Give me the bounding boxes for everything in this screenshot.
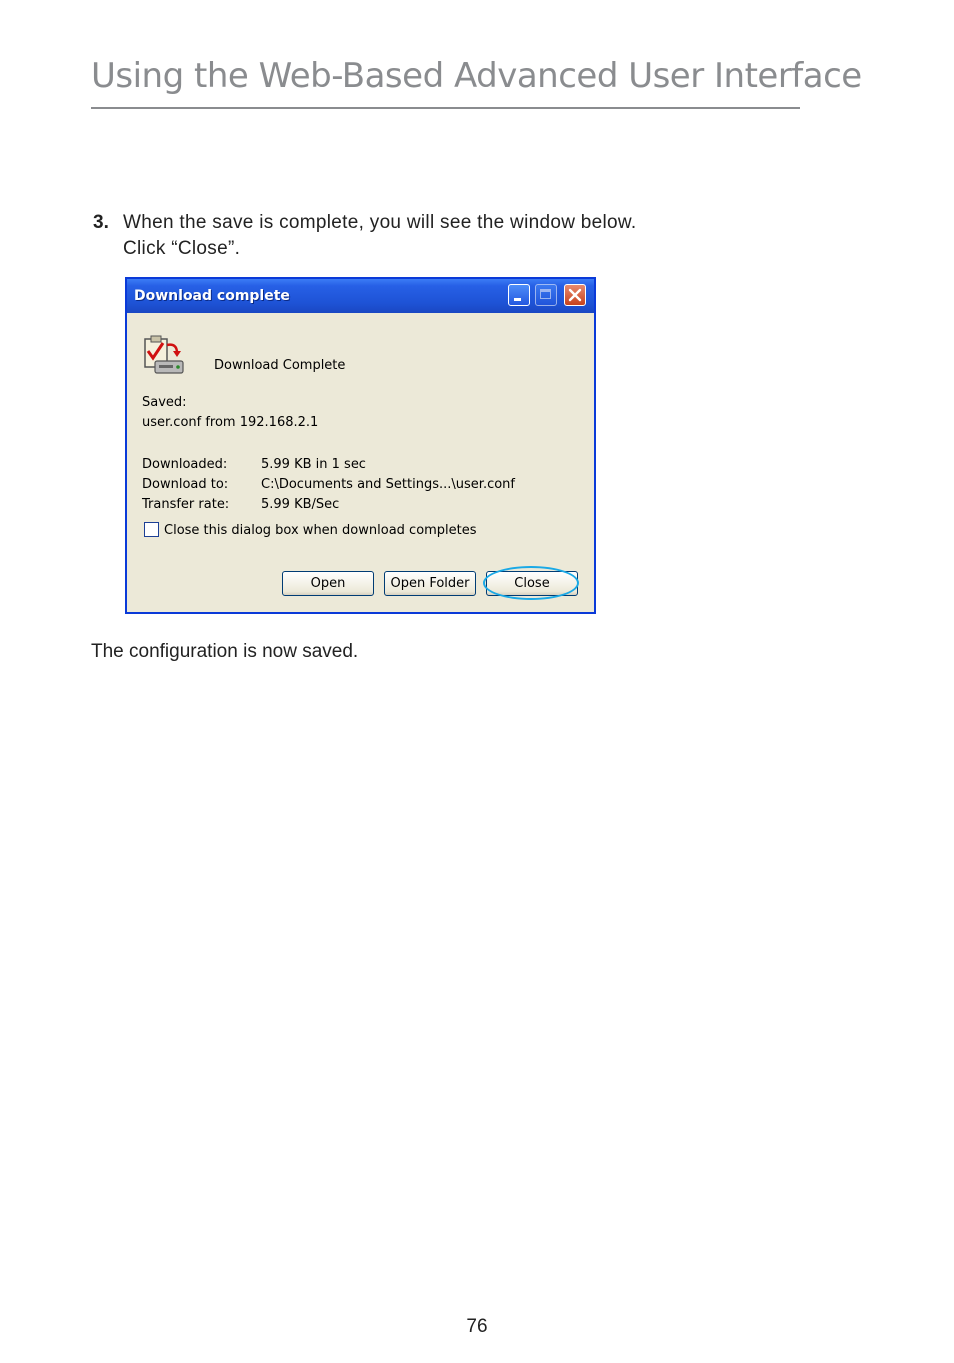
- page-header-title: Using the Web-Based Advanced User Interf…: [91, 56, 862, 96]
- close-icon: [568, 288, 582, 302]
- downloaded-value: 5.99 KB in 1 sec: [261, 457, 366, 472]
- transfer-rate-label: Transfer rate:: [142, 497, 230, 512]
- open-button[interactable]: Open: [282, 571, 374, 596]
- saved-value: user.conf from 192.168.2.1: [142, 415, 319, 430]
- close-window-button[interactable]: [564, 284, 586, 306]
- dialog-titlebar[interactable]: Download complete: [127, 279, 594, 313]
- maximize-button[interactable]: [535, 284, 557, 306]
- download-complete-dialog: Download complete Download Complete Save…: [125, 277, 596, 614]
- open-folder-button[interactable]: Open Folder: [384, 571, 476, 596]
- transfer-rate-value: 5.99 KB/Sec: [261, 497, 340, 512]
- header-divider: [91, 107, 800, 109]
- result-text: The configuration is now saved.: [91, 641, 359, 662]
- saved-label: Saved:: [142, 395, 187, 410]
- download-to-label: Download to:: [142, 477, 229, 492]
- step-number: 3.: [93, 212, 109, 233]
- dialog-title: Download complete: [134, 288, 290, 304]
- close-on-complete-checkbox[interactable]: [144, 522, 159, 537]
- minimize-button[interactable]: [508, 284, 530, 306]
- downloaded-label: Downloaded:: [142, 457, 228, 472]
- dialog-heading: Download Complete: [214, 358, 346, 373]
- close-on-complete-label[interactable]: Close this dialog box when download comp…: [164, 523, 477, 538]
- download-complete-icon: [144, 335, 184, 374]
- page-number: 76: [466, 1316, 488, 1337]
- download-to-value: C:\Documents and Settings...\user.conf: [261, 477, 515, 492]
- close-button[interactable]: Close: [486, 571, 578, 596]
- step-instruction-line-1: When the save is complete, you will see …: [123, 212, 637, 233]
- step-instruction-line-2: Click “Close”.: [123, 238, 241, 259]
